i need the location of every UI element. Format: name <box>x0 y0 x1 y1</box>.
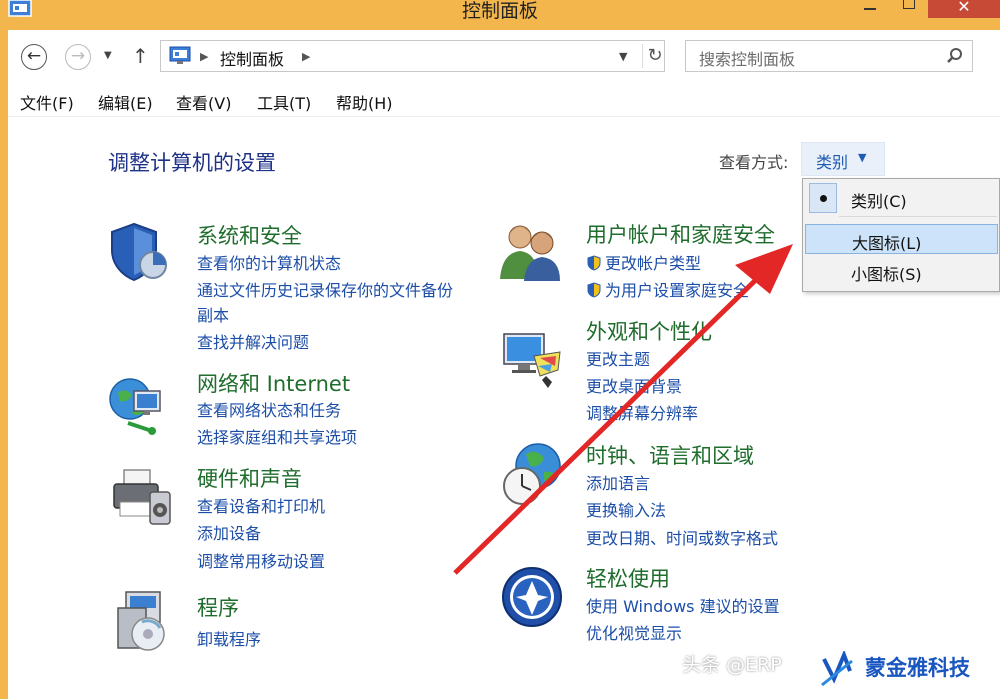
ease-of-access-icon[interactable] <box>500 565 564 629</box>
category-programs[interactable]: 程序 <box>197 592 239 622</box>
category-user-accounts[interactable]: 用户帐户和家庭安全 <box>586 219 775 249</box>
link-file-history-backup[interactable]: 通过文件历史记录保存你的文件备份 <box>197 277 453 301</box>
radio-dot-icon <box>809 183 837 213</box>
control-panel-icon <box>169 46 191 64</box>
search-icon[interactable] <box>946 47 964 65</box>
watermark-text: 头条 @ERP <box>682 654 782 676</box>
clock-globe-icon[interactable] <box>500 442 564 506</box>
view-by-option-small-icons-label: 小图标(S) <box>851 265 922 284</box>
back-button[interactable]: ← <box>21 44 47 70</box>
view-by-option-large-icons[interactable]: 大图标(L) <box>805 224 998 254</box>
explorer-window: ← → ▼ ↑ ▶ 控制面板 ▶ ▼ ↻ 搜索控制面板 文件(F) 编辑(E) … <box>8 30 1000 699</box>
view-by-dropdown[interactable]: 类别 ▼ <box>801 142 885 176</box>
address-bar[interactable]: ▶ 控制面板 ▶ ▼ ↻ <box>160 40 665 72</box>
menu-view[interactable]: 查看(V) <box>176 90 231 114</box>
refresh-icon: ↻ <box>647 45 663 66</box>
link-mobility-settings[interactable]: 调整常用移动设置 <box>197 548 325 572</box>
network-icon[interactable] <box>108 373 172 437</box>
category-clock-language-region[interactable]: 时钟、语言和区域 <box>586 440 754 470</box>
link-change-account-type[interactable]: 更改帐户类型 <box>586 250 701 274</box>
link-view-computer-status[interactable]: 查看你的计算机状态 <box>197 250 341 274</box>
page-title: 调整计算机的设置 <box>108 151 276 175</box>
breadcrumb-separator-icon[interactable]: ▶ <box>302 50 310 63</box>
window-title: 控制面板 <box>461 0 538 22</box>
menu-separator <box>839 216 997 217</box>
view-by-option-category-label: 类别(C) <box>851 192 907 211</box>
view-by-option-category[interactable]: 类别(C) <box>805 183 998 213</box>
recent-locations-dropdown[interactable]: ▼ <box>104 50 112 61</box>
link-family-safety-label: 为用户设置家庭安全 <box>605 281 750 300</box>
back-arrow-icon: ← <box>26 46 42 66</box>
navigation-bar: ← → ▼ ↑ ▶ 控制面板 ▶ ▼ ↻ 搜索控制面板 <box>8 30 1000 82</box>
appearance-icon[interactable] <box>500 326 564 390</box>
chevron-down-icon: ▼ <box>104 50 112 61</box>
chevron-down-icon: ▼ <box>619 50 628 63</box>
view-by-option-large-icons-label: 大图标(L) <box>852 234 922 253</box>
link-desktop-background[interactable]: 更改桌面背景 <box>586 373 682 397</box>
close-icon: ✕ <box>957 0 971 16</box>
view-by-value: 类别 <box>816 153 849 172</box>
search-placeholder: 搜索控制面板 <box>699 50 796 69</box>
category-appearance[interactable]: 外观和个性化 <box>586 316 712 346</box>
uac-shield-icon <box>587 282 601 298</box>
address-history-dropdown[interactable]: ▼ <box>619 50 627 63</box>
category-ease-of-access[interactable]: 轻松使用 <box>586 563 670 593</box>
forward-button[interactable]: → <box>65 44 91 70</box>
breadcrumb-control-panel[interactable]: 控制面板 <box>220 46 284 70</box>
link-troubleshoot[interactable]: 查找并解决问题 <box>197 329 309 353</box>
menu-help[interactable]: 帮助(H) <box>336 90 393 114</box>
view-by-label: 查看方式: <box>719 153 789 172</box>
category-hardware-sound[interactable]: 硬件和声音 <box>197 463 302 493</box>
link-network-status[interactable]: 查看网络状态和任务 <box>197 397 341 421</box>
link-family-safety[interactable]: 为用户设置家庭安全 <box>586 277 749 301</box>
title-bar[interactable]: 控制面板 ✕ <box>0 0 1000 32</box>
menu-file[interactable]: 文件(F) <box>20 90 74 114</box>
link-add-language[interactable]: 添加语言 <box>586 470 650 494</box>
link-uninstall-program[interactable]: 卸载程序 <box>197 626 261 650</box>
link-devices-printers[interactable]: 查看设备和打印机 <box>197 493 325 517</box>
link-file-history-backup-cont[interactable]: 副本 <box>197 302 229 326</box>
category-network-internet[interactable]: 网络和 Internet <box>197 368 350 398</box>
printer-icon[interactable] <box>110 466 174 530</box>
link-homegroup-sharing[interactable]: 选择家庭组和共享选项 <box>197 424 357 448</box>
link-windows-suggested-settings[interactable]: 使用 Windows 建议的设置 <box>586 593 780 617</box>
maximize-button[interactable] <box>900 0 920 14</box>
link-change-account-type-label: 更改帐户类型 <box>605 254 702 273</box>
link-screen-resolution[interactable]: 调整屏幕分辨率 <box>586 400 698 424</box>
link-add-device[interactable]: 添加设备 <box>197 520 261 544</box>
breadcrumb-separator-icon[interactable]: ▶ <box>200 50 208 63</box>
category-system-security[interactable]: 系统和安全 <box>197 220 302 250</box>
refresh-button[interactable]: ↻ <box>642 44 667 68</box>
chevron-down-icon: ▼ <box>858 151 867 164</box>
up-button[interactable]: ↑ <box>132 44 149 68</box>
link-optimize-visual-display[interactable]: 优化视觉显示 <box>586 620 682 644</box>
menu-bar: 文件(F) 编辑(E) 查看(V) 工具(T) 帮助(H) <box>8 86 1000 117</box>
menu-tools[interactable]: 工具(T) <box>257 90 311 114</box>
view-by-option-small-icons[interactable]: 小图标(S) <box>805 256 998 286</box>
close-button[interactable]: ✕ <box>928 0 1000 18</box>
forward-arrow-icon: → <box>70 46 86 66</box>
programs-icon[interactable] <box>112 590 176 654</box>
watermark-logo-icon <box>821 651 853 687</box>
link-change-input-method[interactable]: 更换输入法 <box>586 497 666 521</box>
search-box[interactable]: 搜索控制面板 <box>685 40 973 72</box>
shield-icon[interactable] <box>106 220 170 284</box>
minimize-button[interactable] <box>856 0 886 14</box>
view-by-menu: 类别(C) 大图标(L) 小图标(S) <box>802 178 1000 292</box>
link-change-theme[interactable]: 更改主题 <box>586 346 650 370</box>
uac-shield-icon <box>587 255 601 271</box>
menu-edit[interactable]: 编辑(E) <box>98 90 153 114</box>
users-icon[interactable] <box>498 219 562 283</box>
link-date-time-format[interactable]: 更改日期、时间或数字格式 <box>586 525 778 549</box>
up-arrow-icon: ↑ <box>132 44 149 68</box>
watermark-brand: 蒙金雅科技 <box>865 656 970 680</box>
